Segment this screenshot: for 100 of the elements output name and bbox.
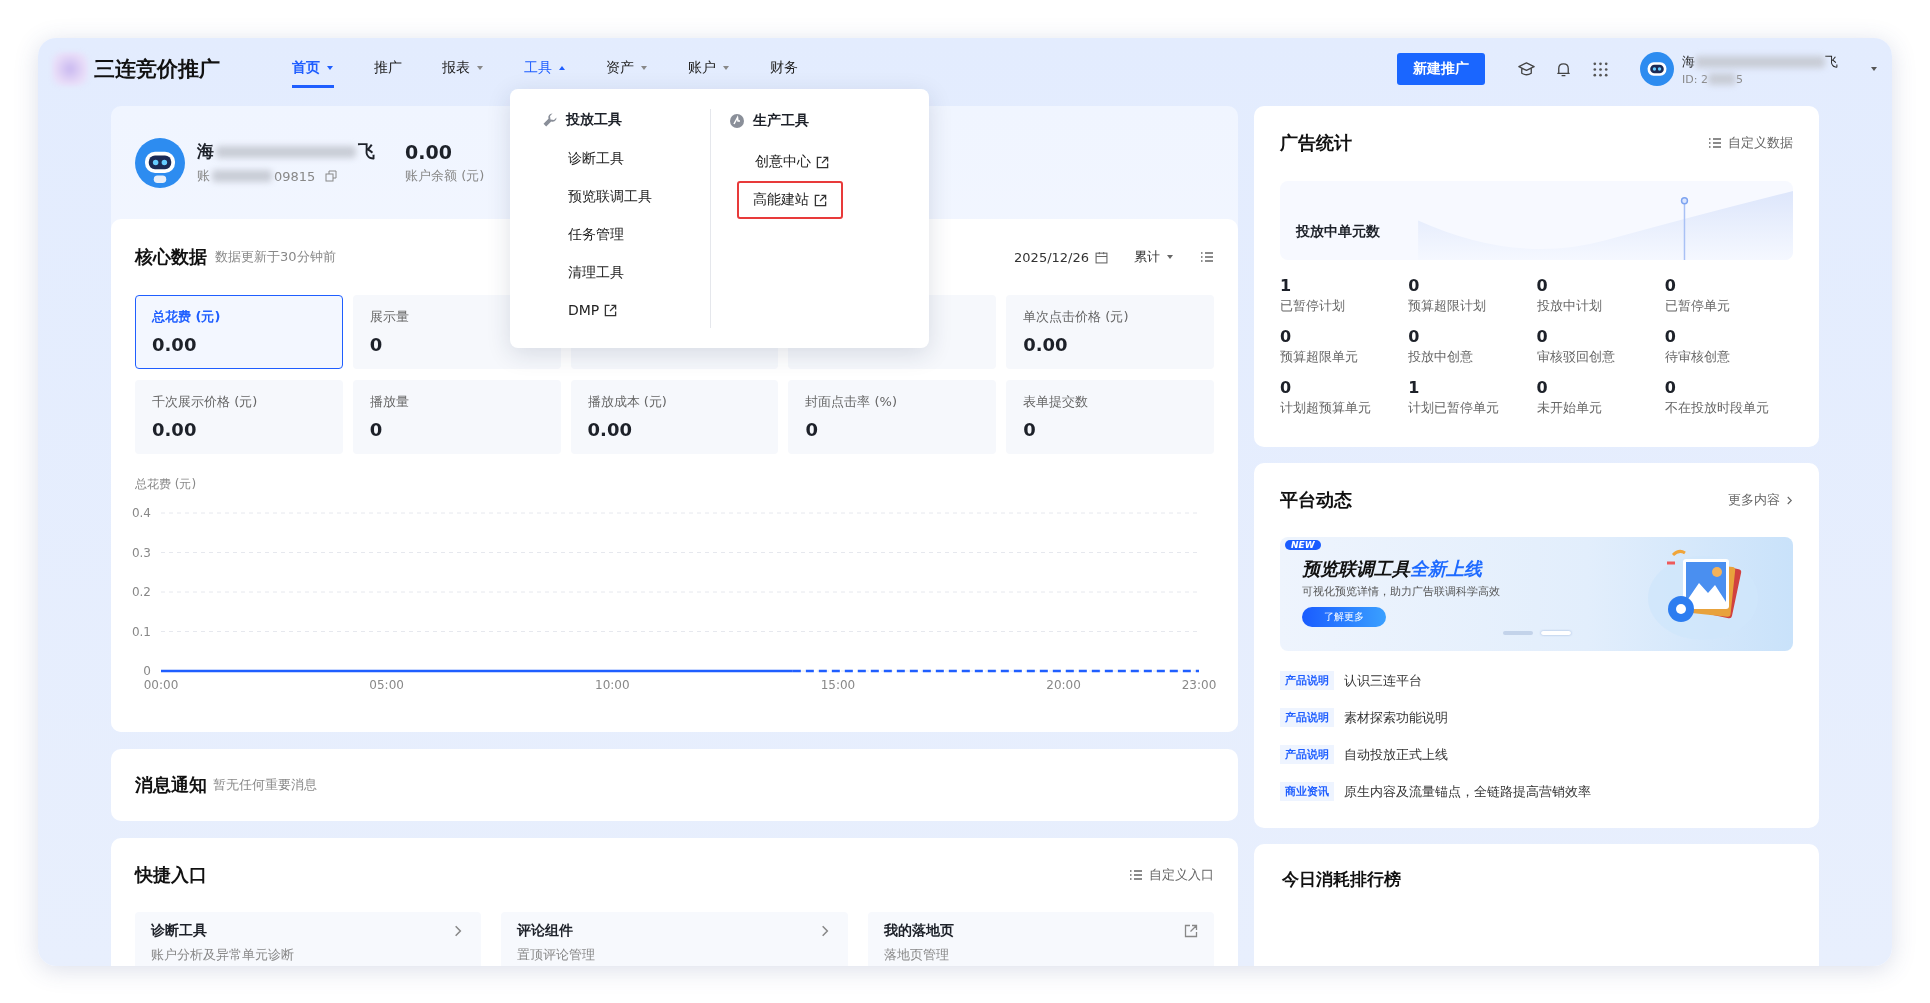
category-tag: 产品说明 — [1280, 708, 1334, 727]
section-title: 核心数据 — [135, 245, 207, 269]
section-title: 今日消耗排行榜 — [1282, 869, 1401, 889]
range-select[interactable]: 累计 — [1134, 248, 1174, 266]
new-badge: NEW — [1285, 540, 1321, 550]
logo-text: 三连竞价推广 — [94, 56, 220, 83]
metric-tile[interactable]: 千次展示价格 (元) 0.00 — [135, 380, 343, 454]
redaction-blur — [1707, 73, 1736, 85]
external-link-icon — [1184, 924, 1198, 938]
news-item[interactable]: 商业资讯 原生内容及流量锚点，全链路提高营销效率 — [1280, 782, 1793, 801]
customize-link[interactable]: 自定义入口 — [1129, 866, 1214, 884]
news-item[interactable]: 产品说明 认识三连平台 — [1280, 671, 1793, 690]
metric-tile[interactable]: 播放成本 (元) 0.00 — [570, 380, 779, 454]
create-campaign-button[interactable]: 新建推广 — [1397, 53, 1485, 85]
section-title: 消息通知 — [135, 773, 207, 797]
metric-label: 封面点击率 (%) — [805, 393, 899, 411]
badge-icon — [728, 113, 745, 129]
more-link[interactable]: 更多内容 — [1728, 491, 1793, 509]
update-note: 数据更新于30分钟前 — [215, 248, 336, 266]
metric-value: 0 — [805, 419, 819, 440]
menu-item[interactable]: 诊断工具 — [566, 140, 638, 178]
metric-value: 0.00 — [152, 419, 198, 440]
metric-label: 总花费 (元) — [152, 308, 222, 326]
list-icon — [1129, 869, 1143, 881]
account-name: 海 — [1682, 52, 1695, 71]
stat-value: 0 — [1280, 327, 1293, 346]
account-id: 5 — [1735, 72, 1743, 86]
stat-value: 0 — [1408, 276, 1421, 295]
nav-tab[interactable]: 账户 — [688, 50, 730, 88]
balance-label: 账户余额 (元) — [405, 166, 485, 185]
account-id: 09815 — [274, 168, 316, 184]
list-icon — [1708, 137, 1722, 149]
learn-more-button[interactable]: 了解更多 — [1302, 607, 1386, 627]
shortcut-card[interactable]: 评论组件 置顶评论管理 — [501, 912, 848, 966]
metric-value: 0.00 — [152, 334, 198, 355]
metric-tile[interactable]: 总花费 (元) 0.00 — [135, 295, 343, 369]
nav-tab[interactable]: 工具 — [524, 50, 566, 88]
customize-link[interactable]: 自定义数据 — [1708, 134, 1793, 152]
promo-banner[interactable]: NEW 预览联调工具全新上线 可视化预览详情，助力广告联调科学高效 了解更多 — [1280, 537, 1793, 651]
metric-label: 播放量 — [369, 393, 410, 411]
shortcut-title: 诊断工具 — [151, 922, 208, 940]
robot-avatar-icon — [135, 137, 185, 188]
category-tag: 产品说明 — [1280, 671, 1334, 690]
banner-subtitle: 可视化预览详情，助力广告联调科学高效 — [1302, 585, 1501, 599]
nav-tab[interactable]: 报表 — [442, 50, 484, 88]
menu-item[interactable]: 创意中心 — [752, 143, 843, 181]
stat-label: 已暂停单元 — [1664, 297, 1731, 315]
trend-label: 投放中单元数 — [1294, 222, 1380, 241]
metric-value: 0.00 — [587, 419, 633, 440]
stat-value: 1 — [1280, 276, 1293, 295]
nav-tab[interactable]: 财务 — [770, 50, 798, 88]
menu-item[interactable]: 任务管理 — [566, 216, 638, 254]
logo-icon — [52, 52, 88, 86]
account-name: 海 — [197, 140, 214, 163]
news-item[interactable]: 产品说明 素材探索功能说明 — [1280, 708, 1793, 727]
account-name: 飞 — [1825, 52, 1838, 71]
stat-value: 0 — [1536, 327, 1549, 346]
menu-group-title: 投放工具 — [566, 110, 622, 129]
axis-tick: 20:00 — [1046, 678, 1081, 692]
stat-value: 0 — [1664, 378, 1677, 397]
shortcut-subtitle: 落地页管理 — [883, 946, 950, 964]
wrench-icon — [542, 111, 558, 128]
category-tag: 商业资讯 — [1280, 782, 1334, 801]
stat-label: 审核驳回创意 — [1536, 348, 1616, 366]
list-icon[interactable] — [1200, 251, 1214, 263]
apps-grid-icon[interactable] — [1591, 59, 1610, 79]
news-title: 原生内容及流量锚点，全链路提高营销效率 — [1344, 782, 1591, 801]
menu-item[interactable]: 预览联调工具 — [566, 178, 666, 216]
shortcut-subtitle: 置顶评论管理 — [517, 946, 596, 964]
stat-value: 0 — [1664, 327, 1677, 346]
stat-value: 0 — [1408, 327, 1421, 346]
nav-tab[interactable]: 首页 — [292, 50, 334, 88]
menu-item[interactable]: 清理工具 — [566, 254, 638, 292]
calendar-icon — [1095, 250, 1108, 264]
section-title: 广告统计 — [1280, 131, 1352, 155]
section-title: 快捷入口 — [135, 863, 207, 887]
date-picker[interactable]: 2025/12/26 — [1014, 249, 1108, 265]
menu-item[interactable]: DMP — [566, 292, 632, 328]
news-item[interactable]: 产品说明 自动投放正式上线 — [1280, 745, 1793, 764]
notice-text: 暂无任何重要消息 — [213, 776, 317, 794]
nav-tab[interactable]: 资产 — [606, 50, 648, 88]
metric-tile[interactable]: 单次点击价格 (元) 0.00 — [1006, 295, 1214, 369]
shortcut-card[interactable]: 诊断工具 账户分析及异常单元诊断 — [135, 912, 482, 966]
account-id: 账 — [197, 167, 210, 185]
shortcut-card[interactable]: 我的落地页 落地页管理 — [867, 912, 1214, 966]
menu-item[interactable]: 高能建站 — [736, 181, 843, 219]
metric-tile[interactable]: 播放量 0 — [352, 380, 561, 454]
banner-title: 预览联调工具 — [1302, 558, 1410, 579]
metric-tile[interactable]: 封面点击率 (%) 0 — [788, 380, 997, 454]
metric-tile[interactable]: 表单提交数 0 — [1006, 380, 1214, 454]
stat-value: 0 — [1280, 378, 1293, 397]
shortcut-title: 评论组件 — [517, 922, 575, 940]
stat-label: 计划超预算单元 — [1280, 399, 1372, 417]
caret-icon — [1166, 253, 1174, 261]
nav-tab[interactable]: 推广 — [374, 50, 402, 88]
stat-value: 0 — [1536, 276, 1549, 295]
news-title: 认识三连平台 — [1344, 671, 1422, 690]
caret-icon[interactable] — [1870, 65, 1878, 73]
robot-avatar-icon[interactable] — [1640, 52, 1674, 86]
metric-label: 表单提交数 — [1023, 393, 1090, 411]
